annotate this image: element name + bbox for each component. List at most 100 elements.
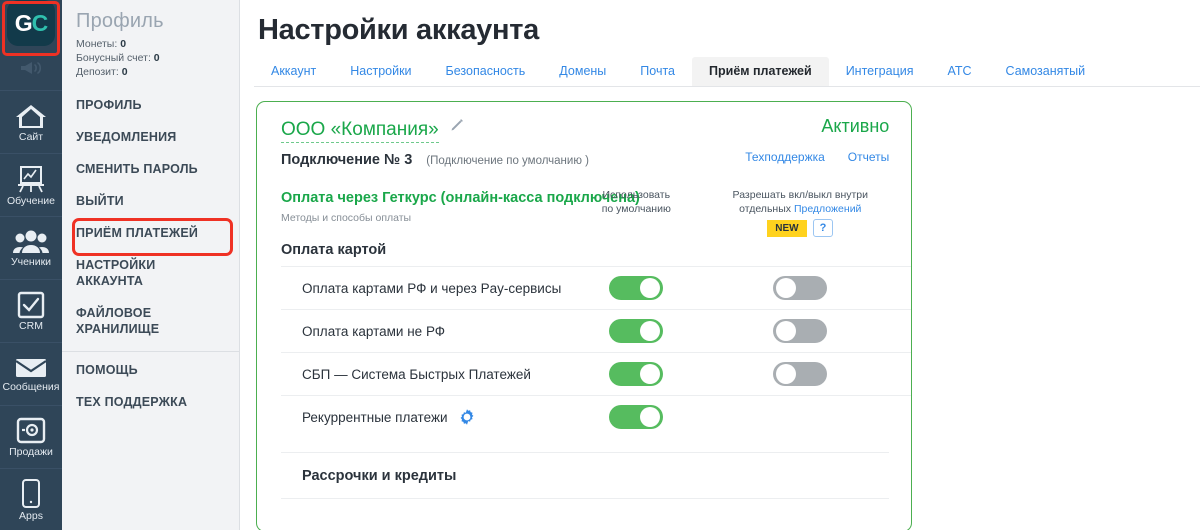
rail-item-announcements[interactable] xyxy=(0,46,62,90)
toggle-allow-cards-non-rf[interactable] xyxy=(773,319,828,343)
envelope-icon xyxy=(14,356,48,380)
nav-divider xyxy=(62,351,239,352)
toggle-knob xyxy=(640,321,661,341)
rail-label-messages: Сообщения xyxy=(2,380,60,393)
nav-item-logout[interactable]: ВЫЙТИ xyxy=(62,185,239,217)
row-label-sbp: СБП — Система Быстрых Платежей xyxy=(302,366,531,382)
logo-letter-g: G xyxy=(14,9,33,36)
row-label-cards-non-rf: Оплата картами не РФ xyxy=(302,323,446,339)
link-reports[interactable]: Отчеты xyxy=(848,150,889,164)
rail-label-apps: Apps xyxy=(19,509,43,522)
people-icon xyxy=(13,229,49,255)
gear-icon[interactable] xyxy=(458,408,476,426)
group-title-card-payment: Оплата картой xyxy=(281,242,387,258)
rail-label-crm: CRM xyxy=(19,319,43,332)
rail-label-sales: Продажи xyxy=(9,445,53,458)
stat-coins-value: 0 xyxy=(120,38,127,50)
stat-bonus: Бонусный счет: 0 xyxy=(76,51,239,65)
cell-allow-toggle xyxy=(711,276,889,300)
logo-letter-c: C xyxy=(31,9,49,36)
payment-method-rows: Оплата картами РФ и через Pay-сервисы Оп… xyxy=(257,266,912,438)
help-badge[interactable]: ? xyxy=(812,219,834,237)
stat-bonus-label: Бонусный счет: xyxy=(76,52,151,64)
stat-bonus-value: 0 xyxy=(153,52,160,64)
column-headers: Использовать по умолчанию Разрешать вкл/… xyxy=(561,188,889,237)
account-nav-column: Профиль Монеты: 0 Бонусный счет: 0 Депоз… xyxy=(62,0,240,530)
rail-item-messages[interactable]: Сообщения xyxy=(0,342,62,405)
app-logo[interactable]: GC xyxy=(0,0,62,46)
stat-coins: Монеты: 0 xyxy=(76,37,239,51)
tab-settings[interactable]: Настройки xyxy=(333,57,428,86)
group-title-installments: Рассрочки и кредиты xyxy=(302,468,457,484)
tab-mail[interactable]: Почта xyxy=(623,57,692,86)
home-icon xyxy=(14,102,48,130)
use-default-line1: Использовать xyxy=(602,189,671,201)
chart-easel-icon xyxy=(15,164,47,194)
tab-domains[interactable]: Домены xyxy=(542,57,623,86)
use-default-line2: по умолчанию xyxy=(601,203,671,215)
nav-item-notifications[interactable]: УВЕДОМЛЕНИЯ xyxy=(62,121,239,153)
rail-item-site[interactable]: Сайт xyxy=(0,90,62,153)
app-root: GC Сайт Обучение Ученики CRM Сообщения П… xyxy=(0,0,1200,530)
allow-line2-prefix: отдельных xyxy=(739,203,792,215)
tab-payments[interactable]: Приём платежей xyxy=(692,57,829,86)
rail-item-students[interactable]: Ученики xyxy=(0,216,62,279)
rail-item-sales[interactable]: Продажи xyxy=(0,405,62,468)
tab-account[interactable]: Аккаунт xyxy=(254,57,333,86)
toggle-knob xyxy=(776,364,797,384)
tab-ats[interactable]: АТС xyxy=(931,57,989,86)
cell-use-default xyxy=(561,362,711,386)
status-badge: Активно xyxy=(821,116,890,136)
toggle-knob xyxy=(776,278,797,298)
toggle-use-default-sbp[interactable] xyxy=(609,362,664,386)
rail-label-students: Ученики xyxy=(10,255,52,268)
megaphone-icon xyxy=(18,60,44,76)
nav-item-profile[interactable]: ПРОФИЛЬ xyxy=(62,89,239,121)
toggle-use-default-cards-non-rf[interactable] xyxy=(609,319,664,343)
toggle-use-default-cards-rf[interactable] xyxy=(609,276,664,300)
tab-selfemployed[interactable]: Самозанятый xyxy=(989,57,1103,86)
allow-line2: отдельных Предложений xyxy=(711,202,889,216)
nav-item-help[interactable]: ПОМОЩЬ xyxy=(62,354,239,386)
new-badge: NEW xyxy=(767,219,807,237)
allow-line1: Разрешать вкл/выкл внутри xyxy=(732,189,869,201)
tab-integration[interactable]: Интеграция xyxy=(829,57,931,86)
cell-use-default xyxy=(561,276,711,300)
safe-icon xyxy=(16,417,46,445)
profile-stats: Монеты: 0 Бонусный счет: 0 Депозит: 0 xyxy=(62,37,239,89)
toggle-use-default-recurrent[interactable] xyxy=(609,405,664,429)
main-content: Настройки аккаунта Аккаунт Настройки Без… xyxy=(240,0,1200,530)
table-row: Оплата картами не РФ xyxy=(281,309,912,352)
card-header-links: Техподдержка Отчеты xyxy=(745,150,889,164)
rail-item-crm[interactable]: CRM xyxy=(0,279,62,342)
table-row: СБП — Система Быстрых Платежей xyxy=(281,352,912,395)
tab-security[interactable]: Безопасность xyxy=(429,57,543,86)
toggle-allow-cards-rf[interactable] xyxy=(773,276,828,300)
company-name[interactable]: ООО «Компания» xyxy=(281,118,439,143)
rail-item-education[interactable]: Обучение xyxy=(0,153,62,216)
cell-use-default xyxy=(561,405,711,429)
rail-item-apps[interactable]: Apps xyxy=(0,468,62,530)
stat-deposit-value: 0 xyxy=(121,66,128,78)
row-label-recurrent: Рекуррентные платежи xyxy=(281,408,561,426)
link-support[interactable]: Техподдержка xyxy=(745,150,825,164)
connection-default-note: (Подключение по умолчанию ) xyxy=(426,155,589,167)
toggle-knob xyxy=(776,321,797,341)
phone-icon xyxy=(21,478,41,509)
nav-item-change-password[interactable]: СМЕНИТЬ ПАРОЛЬ xyxy=(62,153,239,185)
nav-item-support[interactable]: ТЕХ ПОДДЕРЖКА xyxy=(62,386,239,418)
pencil-icon[interactable] xyxy=(450,118,464,137)
nav-item-account-settings[interactable]: НАСТРОЙКИ АККАУНТА xyxy=(62,249,239,297)
section-divider-2 xyxy=(281,498,890,499)
connection-name: Подключение № 3 xyxy=(281,152,413,168)
link-offers[interactable]: Предложений xyxy=(794,203,861,215)
nav-item-payments[interactable]: ПРИЁМ ПЛАТЕЖЕЙ xyxy=(62,217,239,249)
cell-use-default xyxy=(561,319,711,343)
cell-allow-toggle xyxy=(711,319,889,343)
payment-connection-card: ООО «Компания» Подключение № 3 (Подключе… xyxy=(256,101,913,530)
tab-bar: Аккаунт Настройки Безопасность Домены По… xyxy=(254,57,1200,87)
row-label-recurrent-text: Рекуррентные платежи xyxy=(302,409,448,425)
section-divider xyxy=(281,452,890,453)
toggle-allow-sbp[interactable] xyxy=(773,362,828,386)
nav-item-file-storage[interactable]: ФАЙЛОВОЕ ХРАНИЛИЩЕ xyxy=(62,297,239,345)
